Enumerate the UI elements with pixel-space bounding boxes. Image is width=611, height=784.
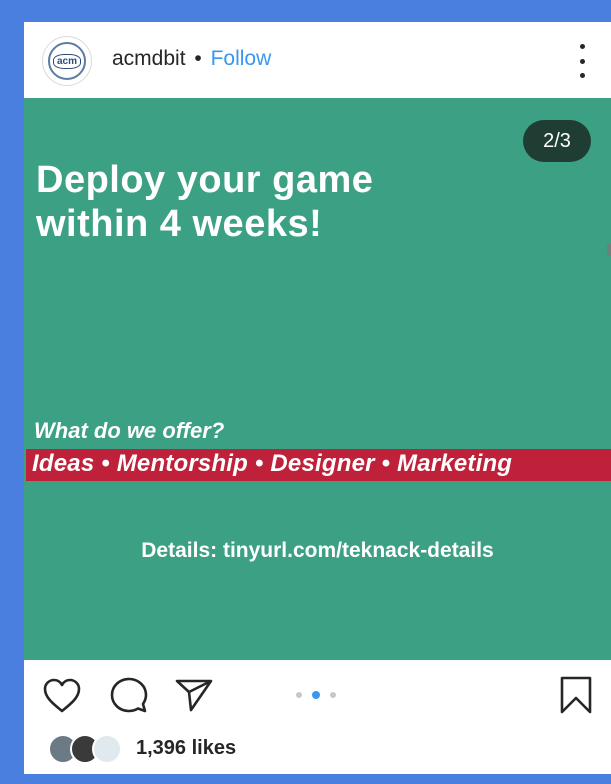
username-link[interactable]: acmdbit — [112, 47, 186, 70]
avatar-logo-text: acm — [52, 53, 81, 69]
more-options-icon[interactable] — [575, 44, 589, 78]
carousel-dot — [330, 692, 336, 698]
slide-counter: 2/3 — [523, 120, 591, 162]
post-header: acm acmdbit • Follow — [24, 22, 611, 98]
more-dot — [579, 73, 585, 78]
edge-mark — [607, 244, 611, 256]
post-card: acm acmdbit • Follow 2/3 Deploy your gam… — [24, 22, 611, 774]
headline: Deploy your game within 4 weeks! — [36, 158, 373, 246]
offer-list: Ideas • Mentorship • Designer • Marketin… — [32, 450, 513, 477]
carousel-dot-active — [312, 691, 320, 699]
more-dot — [579, 58, 585, 64]
post-image[interactable]: 2/3 Deploy your game within 4 weeks! Wha… — [24, 98, 611, 660]
likes-count[interactable]: 1,396 likes — [136, 737, 236, 760]
action-bar — [24, 660, 611, 730]
details-text: Details: tinyurl.com/teknack-details — [141, 539, 494, 562]
avatar[interactable]: acm — [42, 36, 92, 86]
follow-button[interactable]: Follow — [211, 47, 272, 70]
bookmark-icon[interactable] — [559, 676, 593, 714]
avatar-logo: acm — [48, 42, 86, 80]
headline-line-2: within 4 weeks! — [36, 203, 323, 245]
liker-avatars[interactable] — [48, 734, 128, 766]
likes-row: 1,396 likes — [24, 730, 611, 774]
liker-avatar — [92, 734, 122, 764]
heart-icon[interactable] — [42, 676, 82, 716]
headline-line-1: Deploy your game — [36, 159, 374, 201]
comment-icon[interactable] — [110, 677, 148, 715]
user-line: acmdbit • Follow — [112, 47, 271, 71]
offer-question: What do we offer? — [34, 418, 225, 443]
share-icon[interactable] — [174, 677, 214, 713]
more-dot — [579, 44, 585, 49]
carousel-dots — [296, 690, 336, 700]
separator-dot: • — [194, 47, 202, 70]
carousel-dot — [296, 692, 302, 698]
